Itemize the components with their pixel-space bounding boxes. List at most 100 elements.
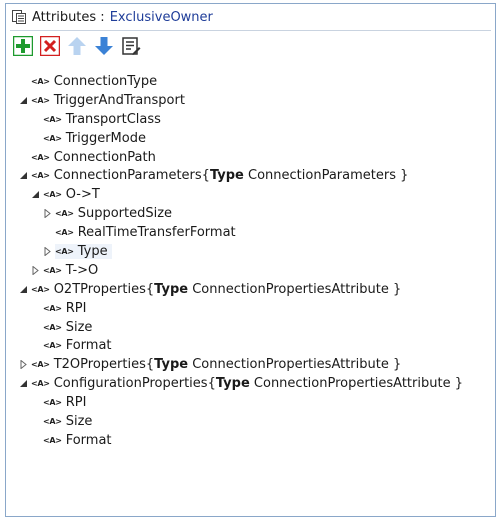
collapsed-triangle-icon[interactable] xyxy=(42,246,53,257)
tree-node-content: <A> TransportClass xyxy=(43,112,161,127)
attribute-icon: <A> xyxy=(43,322,62,332)
move-down-button[interactable] xyxy=(93,35,115,57)
attribute-icon: <A> xyxy=(31,284,50,294)
tree-node-label: Format xyxy=(65,338,112,354)
collapsed-triangle-icon[interactable] xyxy=(18,359,29,370)
tree-node-label: Format xyxy=(65,432,112,448)
type-name: ConnectionPropertiesAttribute xyxy=(188,357,393,373)
attributes-panel: Attributes : ExclusiveOwner <A> Connecti… xyxy=(5,3,496,517)
expanded-triangle-icon[interactable] xyxy=(18,378,29,389)
tree-node-content: <A> SupportedSize xyxy=(55,206,172,221)
tree-node[interactable]: <A> SupportedSize xyxy=(18,204,487,223)
attribute-icon: <A> xyxy=(43,416,62,426)
tree-node-content: <A> Size xyxy=(43,320,92,335)
tree-node[interactable]: <A> RPI xyxy=(18,299,487,318)
attribute-icon: <A> xyxy=(31,171,50,181)
panel-title-name: ExclusiveOwner xyxy=(109,9,213,25)
attribute-icon: <A> xyxy=(43,114,62,124)
attribute-icon: <A> xyxy=(43,435,62,445)
add-icon xyxy=(13,36,33,56)
tree-node-label: RealTimeTransferFormat xyxy=(77,225,236,241)
tree-node[interactable]: <A> ConfigurationProperties {Type Connecti… xyxy=(18,374,487,393)
type-annotation: {Type ConnectionPropertiesAttribute } xyxy=(146,282,401,297)
properties-icon xyxy=(122,37,141,55)
tree-node-content: <A> Format xyxy=(43,433,112,448)
tree-node-label: Size xyxy=(65,413,93,429)
type-open-brace: { xyxy=(145,281,155,297)
attribute-icon: <A> xyxy=(31,152,50,162)
tree-node-label: RPI xyxy=(65,300,87,316)
tree-node[interactable]: <A> ConnectionPath xyxy=(18,148,487,167)
tree-node-content: <A> T->O xyxy=(43,263,98,278)
attribute-icon: <A> xyxy=(43,303,62,313)
tree-node[interactable]: <A> TransportClass xyxy=(18,110,487,129)
tree-node-content: <A> ConnectionPath xyxy=(31,150,156,165)
attribute-icon: <A> xyxy=(55,209,74,219)
expanded-triangle-icon[interactable] xyxy=(18,95,29,106)
add-button[interactable] xyxy=(12,35,34,57)
attribute-icon: <A> xyxy=(43,265,62,275)
tree-node-label: RPI xyxy=(65,395,87,411)
expanded-triangle-icon[interactable] xyxy=(30,189,41,200)
tree-node[interactable]: <A> T2OProperties {Type ConnectionProperti… xyxy=(18,355,487,374)
tree-node[interactable]: <A> Type xyxy=(18,242,487,261)
type-open-brace: { xyxy=(201,168,210,184)
tree-node-content: <A> ConnectionType xyxy=(31,74,157,89)
attribute-icon: <A> xyxy=(31,76,50,86)
tree-node-label: O2TProperties xyxy=(53,281,146,297)
tree-node-label: TransportClass xyxy=(65,111,161,127)
tree-node-content: <A> Format xyxy=(43,338,112,353)
tree-node-content: <A> O->T xyxy=(43,187,100,202)
attribute-tree: <A> ConnectionType <A> TriggerAndTransport <… xyxy=(18,72,487,450)
attributes-icon xyxy=(11,9,27,25)
attribute-icon: <A> xyxy=(31,360,50,370)
tree-node[interactable]: <A> Size xyxy=(18,412,487,431)
tree-node-content: <A> ConnectionParameters {Type ConnectionP… xyxy=(31,168,408,183)
tree-node[interactable]: <A> RealTimeTransferFormat xyxy=(18,223,487,242)
expanded-triangle-icon[interactable] xyxy=(18,170,29,181)
move-down-icon xyxy=(95,37,113,55)
type-name: ConnectionParameters xyxy=(243,168,401,184)
type-close-brace: } xyxy=(454,376,463,392)
tree-node[interactable]: <A> T->O xyxy=(18,261,487,280)
type-close-brace: } xyxy=(392,281,402,297)
panel-header: Attributes : ExclusiveOwner xyxy=(6,4,495,30)
type-name: ConnectionPropertiesAttribute xyxy=(188,281,393,297)
tree-node-content: <A> ConfigurationProperties {Type Connecti… xyxy=(31,376,463,391)
tree-node-content: <A> T2OProperties {Type ConnectionProperti… xyxy=(31,357,401,372)
tree-node[interactable]: <A> ConnectionType xyxy=(18,72,487,91)
tree-node[interactable]: <A> RPI xyxy=(18,393,487,412)
delete-button[interactable] xyxy=(39,35,61,57)
move-up-button[interactable] xyxy=(66,35,88,57)
tree-node[interactable]: <A> TriggerMode xyxy=(18,129,487,148)
type-keyword: Type xyxy=(154,357,189,373)
tree-node[interactable]: <A> O2TProperties {Type ConnectionProperti… xyxy=(18,280,487,299)
attribute-icon: <A> xyxy=(55,246,74,256)
tree-node-label: T->O xyxy=(65,262,99,278)
tree-node-content: <A> Size xyxy=(43,414,92,429)
type-keyword: Type xyxy=(209,168,244,184)
tree-node[interactable]: <A> Format xyxy=(18,431,487,450)
tree-node[interactable]: <A> Format xyxy=(18,336,487,355)
tree-node-label: O->T xyxy=(65,187,100,203)
properties-button[interactable] xyxy=(120,35,142,57)
tree-node[interactable]: <A> Size xyxy=(18,318,487,337)
collapsed-triangle-icon[interactable] xyxy=(42,208,53,219)
move-up-icon xyxy=(68,37,86,55)
tree-node[interactable]: <A> TriggerAndTransport xyxy=(18,91,487,110)
type-annotation: {Type ConnectionParameters } xyxy=(202,168,409,183)
type-annotation: {Type ConnectionPropertiesAttribute } xyxy=(208,376,463,391)
tree-node[interactable]: <A> ConnectionParameters {Type ConnectionP… xyxy=(18,166,487,185)
attribute-icon: <A> xyxy=(43,398,62,408)
tree-node-content: <A> TriggerAndTransport xyxy=(31,93,185,108)
tree-node[interactable]: <A> O->T xyxy=(18,185,487,204)
tree-node-content: <A> Type xyxy=(55,243,112,259)
tree-node-label: TriggerAndTransport xyxy=(53,92,185,108)
expanded-triangle-icon[interactable] xyxy=(18,284,29,295)
tree-node-label: ConnectionType xyxy=(53,73,158,89)
attribute-icon: <A> xyxy=(31,379,50,389)
attribute-icon: <A> xyxy=(43,190,62,200)
tree-node-label: SupportedSize xyxy=(77,206,173,222)
delete-icon xyxy=(40,36,60,56)
collapsed-triangle-icon[interactable] xyxy=(30,265,41,276)
